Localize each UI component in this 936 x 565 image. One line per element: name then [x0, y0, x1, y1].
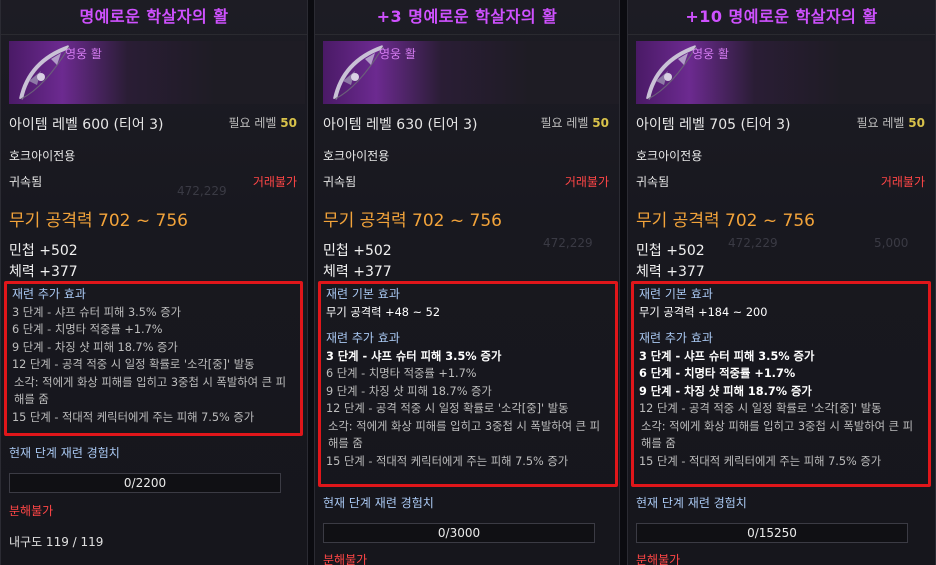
stat-vitality: 체력 +377: [323, 264, 392, 280]
effect-line: 15 단계 - 적대적 케릭터에게 주는 피해 7.5% 증가: [12, 410, 255, 424]
refine-exp-label: 현재 단계 재련 경험치: [636, 496, 747, 510]
refine-effects-box: 재련 기본 효과 무기 공격력 +184 ~ 200 재련 추가 효과 3 단계…: [631, 281, 931, 487]
base-effects-header: 재련 기본 효과: [639, 287, 713, 301]
base-effect-line: 무기 공격력 +48 ~ 52: [326, 305, 441, 319]
effect-line: 12 단계 - 공격 적중 시 일정 확률로 '소각[중]' 발동: [639, 402, 882, 415]
tooltip-plus10: +10 명예로운 학살자의 활 영웅 활 아이템 레벨 705 (티어 3) 필…: [627, 0, 936, 565]
trade-status: 거래불가: [252, 175, 297, 189]
effect-line: 15 단계 - 적대적 케릭터에게 주는 피해 7.5% 증가: [326, 454, 569, 468]
effect-line: 6 단계 - 치명타 적중률 +1.7%: [326, 367, 477, 380]
background-number: 472,229: [177, 184, 227, 198]
item-title: +3 명예로운 학살자의 활: [315, 0, 619, 35]
weapon-attack: 무기 공격력 702 ~ 756: [9, 211, 188, 231]
refine-exp-bar: 0/15250: [636, 523, 908, 543]
tooltip-base: 명예로운 학살자의 활 영웅 활 아이템 레벨 600 (티어 3) 필요 레벨…: [0, 0, 308, 565]
effect-line-active: 3 단계 - 샤프 슈터 피해 3.5% 증가: [326, 349, 502, 363]
effect-line-active: 6 단계 - 치명타 적중률 +1.7%: [639, 367, 796, 380]
effect-line: 12 단계 - 공격 적중 시 일정 확률로 '소각[중]' 발동: [326, 402, 569, 415]
refine-effects-box: 재련 기본 효과 무기 공격력 +48 ~ 52 재련 추가 효과 3 단계 -…: [318, 281, 618, 487]
class-restriction: 호크아이전용: [323, 149, 390, 163]
item-title: +10 명예로운 학살자의 활: [628, 0, 935, 35]
effect-line: 소각: 적에게 화상 피해를 입히고 3중첩 시 폭발하여 큰 피해를 줌: [328, 419, 600, 451]
effect-line: 6 단계 - 치명타 적중률 +1.7%: [12, 323, 163, 336]
item-title: 명예로운 학살자의 활: [1, 0, 307, 35]
dismantle-status: 분해불가: [9, 504, 54, 518]
stat-vitality: 체력 +377: [9, 264, 78, 280]
effect-line: 9 단계 - 차징 샷 피해 18.7% 증가: [12, 340, 178, 354]
weapon-attack: 무기 공격력 702 ~ 756: [323, 211, 502, 231]
weapon-attack: 무기 공격력 702 ~ 756: [636, 211, 815, 231]
tooltip-plus3: +3 명예로운 학살자의 활 영웅 활 아이템 레벨 630 (티어 3) 필요…: [314, 0, 620, 565]
dismantle-status: 분해불가: [323, 553, 368, 565]
effect-line: 15 단계 - 적대적 케릭터에게 주는 피해 7.5% 증가: [639, 454, 882, 468]
stat-vitality: 체력 +377: [636, 264, 705, 280]
required-level: 필요 레벨 50: [228, 116, 297, 130]
required-level: 필요 레벨 50: [856, 116, 925, 130]
background-number: 472,229: [543, 236, 593, 250]
durability: 내구도 119 / 119: [9, 535, 104, 549]
bound-status: 귀속됨: [636, 175, 670, 189]
stat-agility: 민첩 +502: [323, 243, 392, 259]
extra-effects-header: 재련 추가 효과: [639, 331, 713, 345]
required-level: 필요 레벨 50: [540, 116, 609, 130]
item-icon-box: 영웅 활: [323, 41, 619, 104]
dismantle-status: 분해불가: [636, 553, 681, 565]
bound-status: 귀속됨: [323, 175, 357, 189]
stat-agility: 민첩 +502: [636, 243, 705, 259]
base-effects-header: 재련 기본 효과: [326, 287, 400, 301]
class-restriction: 호크아이전용: [636, 149, 703, 163]
refine-effects-box: 재련 추가 효과 3 단계 - 샤프 슈터 피해 3.5% 증가 6 단계 - …: [4, 281, 303, 436]
item-grade: 영웅 활: [692, 47, 729, 61]
item-grade: 영웅 활: [379, 47, 416, 61]
class-restriction: 호크아이전용: [9, 149, 76, 163]
item-level: 아이템 레벨 630 (티어 3): [323, 117, 478, 133]
refine-exp-bar: 0/3000: [323, 523, 595, 543]
effect-line-active: 3 단계 - 샤프 슈터 피해 3.5% 증가: [639, 349, 815, 363]
effect-line-active: 9 단계 - 차징 샷 피해 18.7% 증가: [639, 384, 812, 398]
bound-status: 귀속됨: [9, 175, 43, 189]
background-number: 472,229: [728, 236, 778, 250]
refine-exp-label: 현재 단계 재련 경험치: [9, 446, 120, 460]
effect-line: 소각: 적에게 화상 피해를 입히고 3중첩 시 폭발하여 큰 피해를 줌: [641, 419, 913, 451]
item-icon-box: 영웅 활: [636, 41, 932, 104]
refine-exp-label: 현재 단계 재련 경험치: [323, 496, 434, 510]
item-grade: 영웅 활: [65, 47, 102, 61]
refine-exp-bar: 0/2200: [9, 473, 281, 493]
effect-line: 9 단계 - 차징 샷 피해 18.7% 증가: [326, 384, 492, 398]
trade-status: 거래불가: [880, 175, 925, 189]
background-number: 5,000: [874, 236, 909, 250]
item-icon-box: 영웅 활: [9, 41, 305, 104]
extra-effects-header: 재련 추가 효과: [326, 331, 400, 345]
stat-agility: 민첩 +502: [9, 243, 78, 259]
item-level: 아이템 레벨 705 (티어 3): [636, 117, 791, 133]
base-effect-line: 무기 공격력 +184 ~ 200: [639, 305, 768, 319]
extra-effects-header: 재련 추가 효과: [12, 287, 86, 301]
effect-line: 12 단계 - 공격 적중 시 일정 확률로 '소각[중]' 발동: [12, 358, 255, 371]
item-level: 아이템 레벨 600 (티어 3): [9, 117, 164, 133]
effect-line: 3 단계 - 샤프 슈터 피해 3.5% 증가: [12, 305, 182, 319]
trade-status: 거래불가: [564, 175, 609, 189]
effect-line: 소각: 적에게 화상 피해를 입히고 3중첩 시 폭발하여 큰 피해를 줌: [14, 375, 286, 407]
